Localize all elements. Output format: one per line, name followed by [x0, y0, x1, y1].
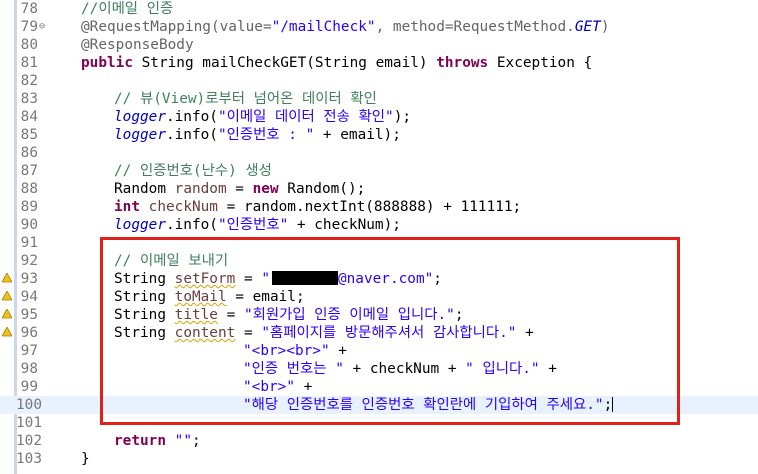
annotation: @RequestMapping(value= [81, 19, 272, 35]
warning-marker-icon[interactable] [2, 273, 12, 283]
code-text: .info( [165, 109, 218, 125]
comment: //이메일 인증 [81, 1, 174, 17]
line-number: 83 [20, 91, 38, 107]
line-number: 103 [16, 451, 42, 467]
line-number: 86 [20, 145, 38, 161]
enum-constant: GET [574, 19, 601, 35]
code-line: 79 ⊖ @RequestMapping(value="/mailCheck",… [0, 18, 758, 36]
red-highlight-box [100, 237, 680, 425]
code-text: + email); [314, 127, 401, 143]
line-number: 84 [20, 109, 38, 125]
local-variable: checkNum [140, 199, 218, 215]
code-text: .info( [165, 217, 218, 233]
line-content: Random random = new Random(); [114, 180, 365, 198]
code-text: Exception { [488, 55, 593, 71]
line-number: 78 [20, 1, 38, 17]
field: logger [114, 109, 166, 125]
line-content: int checkNum = random.nextInt(888888) + … [114, 198, 521, 216]
code-text: .info( [165, 127, 218, 143]
code-line: 81 public String mailCheckGET(String ema… [0, 54, 758, 72]
line-number: 89 [20, 199, 38, 215]
code-text: Random(); [278, 181, 366, 197]
line-content: } [81, 450, 90, 468]
line-number: 95 [20, 307, 38, 323]
line-number: 88 [20, 181, 38, 197]
code-line: 86 [0, 144, 758, 162]
line-number: 91 [20, 235, 38, 251]
warning-marker-icon[interactable] [2, 309, 12, 319]
line-number: 99 [20, 379, 38, 395]
code-text: ); [393, 109, 412, 125]
line-content: @RequestMapping(value="/mailCheck", meth… [81, 18, 610, 36]
line-number: 94 [20, 289, 38, 305]
keyword: public [81, 55, 133, 71]
line-content: @ResponseBody [81, 36, 194, 54]
field: logger [114, 127, 166, 143]
code-line: 83 // 뷰(View)로부터 넘어온 데이터 확인 [0, 90, 758, 108]
line-number: 79 [20, 19, 38, 35]
comment: // 인증번호(난수) 생성 [114, 163, 272, 179]
line-number: 98 [20, 361, 38, 377]
line-number: 93 [20, 271, 38, 287]
line-number: 85 [20, 127, 38, 143]
line-number: 92 [20, 253, 38, 269]
annotation: , method=RequestMethod. [375, 19, 575, 35]
line-content: public String mailCheckGET(String email)… [81, 54, 592, 72]
line-number: 101 [16, 415, 42, 431]
line-content: //이메일 인증 [81, 0, 173, 18]
line-content: // 뷰(View)로부터 넘어온 데이터 확인 [114, 90, 377, 108]
code-text: String mailCheckGET(String email) [132, 55, 437, 71]
code-line: 85 logger.info("인증번호 : " + email); [0, 126, 758, 144]
line-content: // 인증번호(난수) 생성 [114, 162, 272, 180]
code-line: 102 return ""; [0, 432, 758, 450]
line-content: logger.info("이메일 데이터 전송 확인"); [114, 108, 411, 126]
code-text: } [81, 451, 90, 467]
code-line: 78 //이메일 인증 [0, 0, 758, 18]
comment: // 뷰(View)로부터 넘어온 데이터 확인 [114, 91, 377, 107]
string-literal: "인증번호 : " [217, 127, 315, 143]
collapse-minus-icon[interactable]: ⊖ [39, 18, 49, 36]
string-literal: "" [174, 433, 192, 449]
line-number: 81 [20, 55, 38, 71]
code-line: 84 logger.info("이메일 데이터 전송 확인"); [0, 108, 758, 126]
line-number: 102 [16, 433, 42, 449]
code-line: 80 @ResponseBody [0, 36, 758, 54]
code-text: Random [114, 181, 175, 197]
code-line: 88 Random random = new Random(); [0, 180, 758, 198]
code-text: = [226, 181, 253, 197]
line-number: 90 [20, 217, 38, 233]
code-text: + checkNum); [288, 217, 401, 233]
annotation: ) [600, 19, 610, 35]
code-editor[interactable]: 78 //이메일 인증 79 ⊖ @RequestMapping(value="… [0, 0, 758, 474]
code-line: 87 // 인증번호(난수) 생성 [0, 162, 758, 180]
code-line: 103 } [0, 450, 758, 468]
keyword: return [114, 433, 166, 449]
string-literal: "/mailCheck" [271, 19, 376, 35]
line-number: 82 [20, 73, 38, 89]
line-number: 87 [20, 163, 38, 179]
code-text: ; [191, 433, 201, 449]
line-number: 97 [20, 343, 38, 359]
code-line: 89 int checkNum = random.nextInt(888888)… [0, 198, 758, 216]
line-number: 100 [16, 397, 42, 413]
keyword: int [114, 199, 140, 215]
string-literal: "이메일 데이터 전송 확인" [217, 109, 394, 125]
warning-marker-icon[interactable] [2, 327, 12, 337]
line-content: logger.info("인증번호" + checkNum); [114, 216, 401, 234]
string-literal: "인증번호" [217, 217, 289, 233]
code-line: 82 [0, 72, 758, 90]
code-text: = random.nextInt(888888) + 111111; [217, 199, 522, 215]
local-variable: random [174, 181, 227, 197]
keyword: new [252, 181, 279, 197]
warning-marker-icon[interactable] [2, 291, 12, 301]
keyword: throws [436, 55, 489, 71]
line-content: logger.info("인증번호 : " + email); [114, 126, 401, 144]
line-content: return ""; [114, 432, 201, 450]
line-number: 96 [20, 325, 38, 341]
annotation: @ResponseBody [81, 37, 194, 53]
field: logger [114, 217, 166, 233]
code-line: 90 logger.info("인증번호" + checkNum); [0, 216, 758, 234]
line-number: 80 [20, 37, 38, 53]
